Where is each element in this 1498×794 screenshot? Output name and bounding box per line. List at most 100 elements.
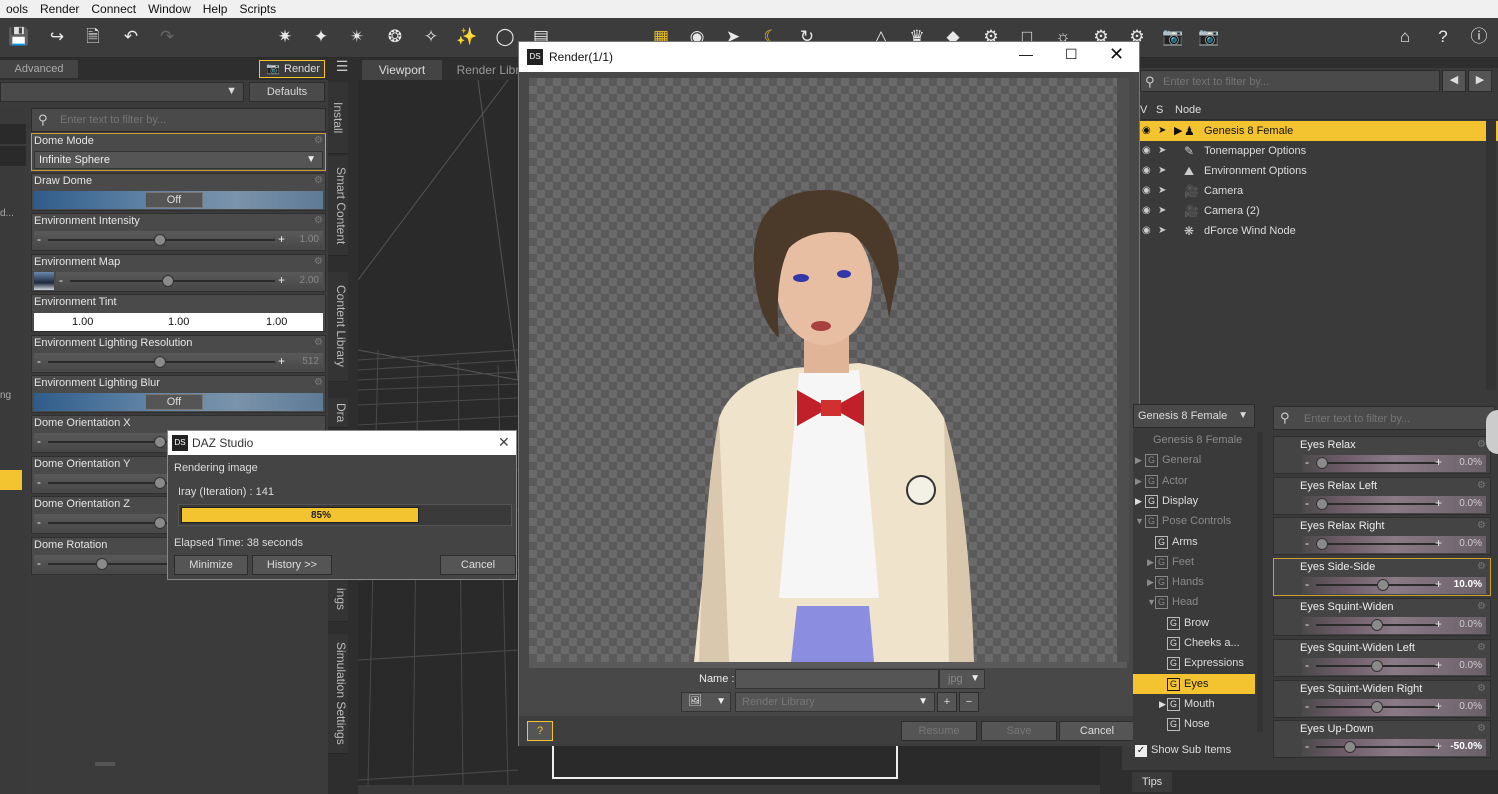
gear-icon[interactable]: ⚙ — [1477, 520, 1486, 531]
scale-tool-icon[interactable]: ✧ — [420, 26, 442, 48]
resume-button[interactable]: Resume — [901, 721, 977, 741]
scene-next-button[interactable]: ▶ — [1468, 70, 1492, 92]
slider-value[interactable]: 0.0% — [1459, 457, 1482, 468]
eye-icon[interactable]: ◉ — [1142, 141, 1151, 161]
tree-item[interactable]: ▼ G Head — [1133, 592, 1255, 612]
gear-icon[interactable]: ⚙ — [314, 135, 323, 146]
maximize-icon[interactable]: ☐ — [1065, 46, 1078, 63]
slider-knob[interactable] — [1343, 741, 1356, 754]
gear-icon[interactable]: ⚙ — [1477, 439, 1486, 450]
slider-value[interactable]: 0.0% — [1459, 701, 1482, 712]
library-select[interactable]: Render Library ▼ — [735, 692, 935, 712]
menu-tools[interactable]: ools — [0, 2, 34, 16]
gear-icon[interactable]: ⚙ — [314, 256, 323, 267]
plus-icon[interactable]: + — [278, 232, 285, 246]
select-icon[interactable]: ➤ — [1158, 141, 1166, 161]
group-item[interactable] — [0, 124, 26, 144]
minimize-button[interactable]: Minimize — [174, 555, 248, 575]
plus-icon[interactable]: + — [1435, 739, 1442, 753]
gear-icon[interactable]: ⚙ — [1477, 601, 1486, 612]
render-name-input[interactable] — [735, 669, 939, 689]
slider-knob[interactable] — [1316, 497, 1328, 510]
tree-item[interactable]: Genesis 8 Female — [1133, 430, 1255, 450]
plus-icon[interactable]: + — [278, 273, 285, 287]
plus-icon[interactable]: + — [1435, 536, 1442, 550]
minus-icon[interactable]: - — [37, 556, 41, 570]
tab-render-library[interactable]: Render Libr — [448, 60, 528, 80]
expand-icon[interactable]: ▶ — [1147, 572, 1154, 592]
scene-scrollbar[interactable] — [1486, 120, 1496, 390]
tab-simulation-settings[interactable]: Simulation Settings — [328, 634, 348, 754]
slider-value[interactable]: 10.0% — [1454, 579, 1482, 590]
menu-scripts[interactable]: Scripts — [233, 2, 282, 16]
minus-icon[interactable]: - — [1305, 658, 1309, 672]
parameter-slider[interactable]: - +0.0% — [1302, 536, 1486, 554]
gear-icon[interactable]: ⚙ — [1477, 683, 1486, 694]
whats-this-icon[interactable]: ? — [1432, 26, 1454, 48]
col-visible[interactable]: V — [1140, 104, 1147, 116]
slider-value[interactable]: 0.0% — [1459, 660, 1482, 671]
minus-icon[interactable]: - — [59, 273, 63, 287]
tree-item[interactable]: ▶ G Feet — [1133, 552, 1255, 572]
tab-install[interactable]: Install — [328, 82, 348, 154]
undo-icon[interactable]: ↶ — [120, 26, 142, 48]
select-icon[interactable]: ➤ — [1158, 201, 1166, 221]
parameter-slider[interactable]: - +0.0% — [1302, 658, 1486, 675]
eye-icon[interactable]: ◉ — [1142, 221, 1151, 241]
minus-icon[interactable]: - — [37, 434, 41, 448]
menu-connect[interactable]: Connect — [85, 2, 142, 16]
tree-item[interactable]: G Nose — [1133, 714, 1255, 734]
tab-content-library[interactable]: Content Library — [328, 272, 348, 382]
universal-tool-icon[interactable]: ✦ — [310, 26, 332, 48]
close-icon[interactable]: ✕ — [498, 434, 510, 451]
slider-knob[interactable] — [1316, 538, 1328, 551]
save-icon[interactable]: 💾 — [8, 26, 30, 48]
tree-item[interactable]: G Expressions — [1133, 653, 1255, 673]
eye-icon[interactable]: ◉ — [1142, 201, 1151, 221]
expand-icon[interactable]: ▶ — [1135, 491, 1142, 511]
expand-icon[interactable]: ▶ — [1174, 121, 1182, 141]
canvas-hscrollbar[interactable] — [529, 662, 1127, 668]
plus-icon[interactable]: + — [1435, 577, 1442, 591]
tree-item[interactable]: ▶ G General — [1133, 450, 1255, 470]
tab-tips[interactable]: Tips — [1132, 772, 1172, 792]
defaults-button[interactable]: Defaults — [249, 82, 325, 102]
col-node[interactable]: Node — [1175, 104, 1201, 116]
slider-value[interactable]: 0.0% — [1459, 538, 1482, 549]
scene-prev-button[interactable]: ◀ — [1442, 70, 1466, 92]
pane-collapse-handle[interactable] — [1486, 410, 1498, 454]
plus-icon[interactable]: + — [1435, 617, 1442, 631]
minus-icon[interactable]: - — [1305, 496, 1309, 510]
slider-knob[interactable] — [154, 356, 166, 368]
slider-value[interactable]: 0.0% — [1459, 498, 1482, 509]
slider-knob[interactable] — [154, 234, 166, 246]
render-to-file-icon[interactable]: 📷 — [1198, 26, 1220, 48]
slider-knob[interactable] — [1371, 619, 1383, 632]
translate-tool-icon[interactable]: ✴ — [346, 26, 368, 48]
slider-value[interactable]: -50.0% — [1450, 741, 1482, 752]
tree-item[interactable]: ▼ G Pose Controls — [1133, 511, 1255, 531]
expand-icon[interactable]: ▶ — [1135, 471, 1142, 491]
plus-icon[interactable]: + — [1435, 455, 1442, 469]
expand-icon[interactable]: ▼ — [1147, 592, 1156, 612]
tree-item[interactable]: G Brow — [1133, 613, 1255, 633]
tab-viewport[interactable]: Viewport — [362, 60, 442, 80]
save-options-button[interactable]: 🖼 ▼ — [681, 692, 731, 712]
tab-draw[interactable]: Dra — [328, 398, 348, 428]
scene-node-camera[interactable]: ◉ ➤ 🎥 Camera — [1140, 181, 1498, 201]
plus-icon[interactable]: + — [278, 354, 285, 368]
tree-item[interactable]: ▶ G Actor — [1133, 471, 1255, 491]
gear-icon[interactable]: ⚙ — [1477, 723, 1486, 734]
format-select[interactable]: jpg ▼ — [939, 669, 985, 689]
gear-icon[interactable]: ⚙ — [314, 175, 323, 186]
progress-cancel-button[interactable]: Cancel — [440, 555, 516, 575]
remove-button[interactable]: − — [959, 692, 979, 712]
gear-icon[interactable]: ⚙ — [314, 377, 323, 388]
tree-scrollbar[interactable] — [1257, 432, 1263, 732]
close-icon[interactable]: ✕ — [1109, 44, 1124, 65]
plus-icon[interactable]: + — [1435, 496, 1442, 510]
gear-icon[interactable]: ⚙ — [1477, 642, 1486, 653]
resize-handle[interactable] — [95, 762, 115, 766]
group-item-selected[interactable] — [0, 470, 22, 490]
node-selection-icon[interactable]: ✷ — [274, 26, 296, 48]
